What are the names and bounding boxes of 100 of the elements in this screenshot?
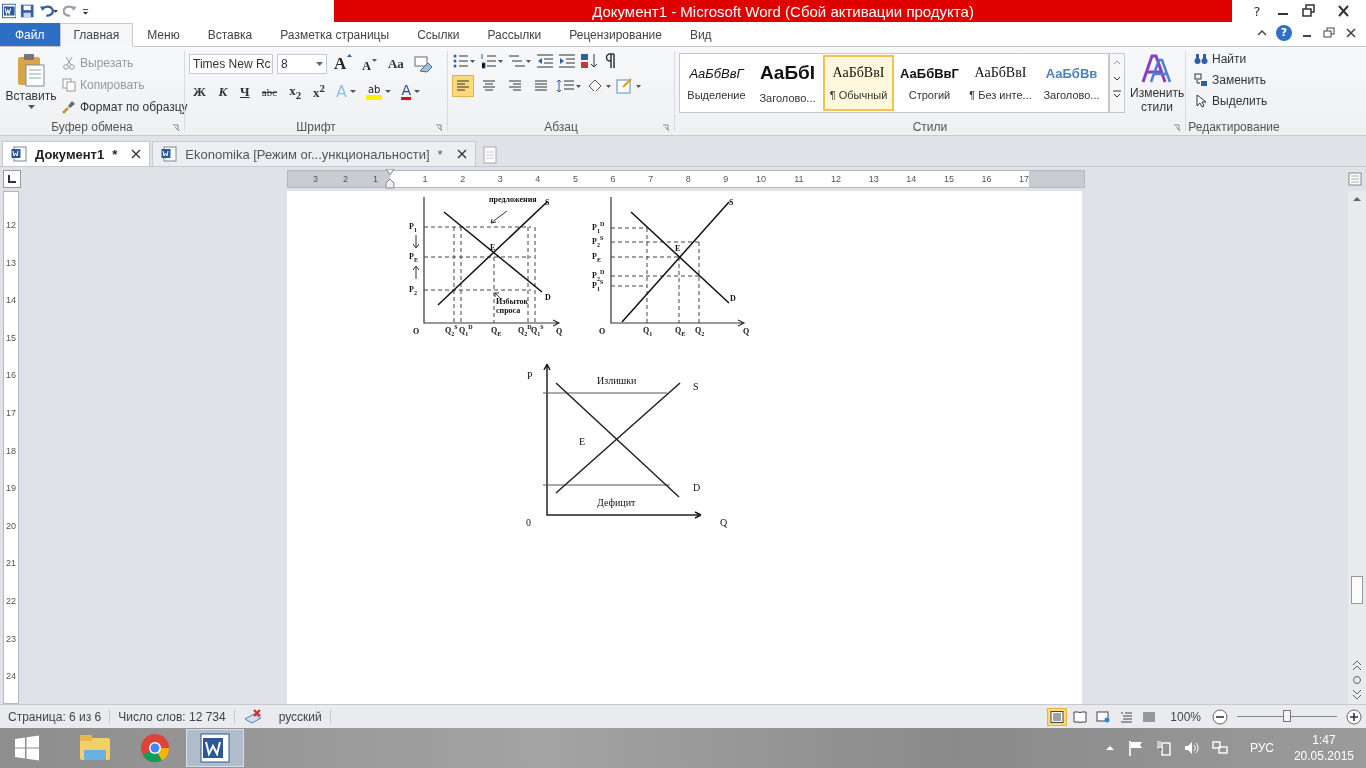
bullet-list-icon[interactable] bbox=[452, 53, 476, 69]
font-family-field[interactable]: Times New Rc bbox=[189, 54, 273, 74]
save-icon[interactable] bbox=[20, 3, 35, 19]
dialog-launcher-icon[interactable] bbox=[172, 124, 180, 132]
indent-marker-icon[interactable] bbox=[385, 169, 395, 189]
style-item[interactable]: АаБбВвГ Выделение bbox=[681, 55, 752, 111]
restore-icon[interactable] bbox=[1322, 27, 1336, 39]
numbered-list-icon[interactable] bbox=[480, 53, 504, 69]
font-format-button[interactable]: abc bbox=[257, 84, 282, 99]
decrease-indent-icon[interactable] bbox=[536, 53, 554, 69]
style-item[interactable]: АаБбВвГ Строгий bbox=[894, 55, 965, 111]
grow-font-button[interactable]: A bbox=[331, 53, 356, 75]
start-button-icon[interactable] bbox=[14, 735, 40, 761]
zoom-slider[interactable] bbox=[1237, 708, 1337, 725]
change-case-button[interactable]: Aa bbox=[383, 55, 408, 73]
document-tab[interactable]: Ekonomika [Режим ог...ункциональности] * bbox=[152, 141, 476, 166]
find-button[interactable]: Найти bbox=[1190, 48, 1278, 69]
clear-formatting-icon[interactable] bbox=[411, 55, 434, 73]
origin-label: O bbox=[413, 326, 420, 337]
network-icon[interactable] bbox=[1211, 740, 1228, 756]
ribbon-tab[interactable]: Ссылки bbox=[403, 23, 474, 46]
ribbon-tab[interactable]: Вставка bbox=[193, 23, 267, 46]
help-button[interactable]: ? bbox=[1276, 25, 1292, 41]
ruler-number: 7 bbox=[647, 174, 654, 184]
word-app-button[interactable] bbox=[186, 729, 244, 767]
language-indicator[interactable]: русский bbox=[270, 709, 331, 724]
scroll-up-icon[interactable] bbox=[1352, 660, 1362, 672]
close-icon[interactable] bbox=[456, 149, 467, 159]
sort-icon[interactable] bbox=[580, 53, 600, 69]
axis-label: Q bbox=[556, 326, 563, 337]
print-layout-button[interactable] bbox=[1047, 707, 1068, 726]
surplus-label: Излишки bbox=[597, 375, 637, 386]
pilcrow-icon[interactable] bbox=[604, 53, 618, 69]
undo-icon[interactable] bbox=[38, 3, 59, 19]
zoom-level[interactable]: 100% bbox=[1162, 709, 1209, 724]
zoom-out-icon[interactable] bbox=[1212, 708, 1228, 725]
highlight-button[interactable]: ab bbox=[362, 82, 395, 102]
format-painter-button[interactable]: Формат по образцу bbox=[58, 96, 192, 117]
font-format-button[interactable]: К bbox=[213, 82, 232, 101]
font-format-button[interactable]: Ж bbox=[189, 82, 210, 101]
collapse-ribbon-icon[interactable] bbox=[1256, 28, 1268, 38]
style-item[interactable]: АаБбВвІ ¶ Без инте... bbox=[965, 55, 1036, 111]
document-tab[interactable]: Документ1 * bbox=[2, 141, 151, 166]
select-button[interactable]: Выделить bbox=[1190, 90, 1278, 111]
dialog-launcher-icon[interactable] bbox=[662, 124, 670, 132]
spelling-check-icon[interactable] bbox=[242, 708, 263, 725]
ruler-number: 3 bbox=[496, 174, 503, 184]
scroll-up-icon[interactable] bbox=[1352, 195, 1362, 203]
align-left-button[interactable] bbox=[452, 75, 474, 97]
quantity-label: Q$_{E}$ bbox=[675, 325, 686, 336]
replace-button[interactable]: Заменить bbox=[1190, 69, 1278, 90]
down-arrow-icon bbox=[413, 235, 419, 249]
word-logo-icon[interactable] bbox=[2, 3, 17, 19]
dialog-launcher-icon[interactable] bbox=[1173, 124, 1181, 132]
ribbon-tab[interactable]: Главная bbox=[59, 23, 134, 47]
file-tab[interactable]: Файл bbox=[0, 23, 60, 46]
browse-object-icon[interactable] bbox=[1352, 675, 1362, 685]
ribbon-tab[interactable]: Рецензирование bbox=[555, 23, 676, 46]
speaker-icon[interactable] bbox=[1183, 740, 1200, 756]
shading-icon[interactable] bbox=[586, 78, 612, 94]
multilevel-list-icon[interactable] bbox=[508, 53, 532, 69]
change-styles-button[interactable]: Изменить стили bbox=[1129, 53, 1186, 119]
tab-selector-button[interactable] bbox=[3, 170, 21, 188]
dropdown-arrow-icon bbox=[316, 62, 323, 66]
close-icon[interactable] bbox=[1344, 27, 1358, 39]
help-button[interactable]: ? bbox=[1244, 2, 1270, 20]
scrollbar-thumb[interactable] bbox=[1351, 575, 1363, 604]
dialog-launcher-icon[interactable] bbox=[435, 124, 443, 132]
font-format-button[interactable]: x$_{2}$ bbox=[285, 81, 306, 102]
ribbon-tab[interactable]: Меню bbox=[133, 23, 194, 46]
scissors-icon bbox=[62, 55, 76, 70]
ruler-number: 21 bbox=[6, 557, 16, 570]
page-count[interactable]: Страница: 6 из 6 bbox=[0, 709, 111, 724]
font-size-field[interactable]: 8 bbox=[277, 54, 327, 74]
ribbon-tab[interactable]: Вид bbox=[675, 23, 726, 46]
battery-icon[interactable] bbox=[1155, 740, 1172, 756]
quantity-label: Q$_{1}$ bbox=[643, 325, 653, 336]
horizontal-ruler[interactable]: 3 2 1 1 2 3 4 5 6 7 8 9 10 11 12 13 14 15 16 17 bbox=[287, 170, 1085, 188]
close-icon[interactable] bbox=[131, 149, 142, 159]
flag-icon[interactable] bbox=[1127, 740, 1144, 756]
ribbon-tab[interactable]: Рассылки bbox=[473, 23, 556, 46]
increase-indent-icon[interactable] bbox=[558, 53, 576, 69]
font-color-button[interactable]: A bbox=[398, 82, 423, 102]
style-item[interactable]: АаБбВв Заголово... bbox=[1036, 55, 1107, 111]
font-format-button[interactable]: x$^{2}$ bbox=[309, 81, 329, 103]
alignment-lines-icon bbox=[456, 80, 470, 92]
font-format-button[interactable]: Ч bbox=[235, 82, 254, 101]
zoom-in-icon[interactable] bbox=[1346, 708, 1362, 725]
shrink-font-button[interactable]: A bbox=[359, 53, 380, 75]
ribbon-tab[interactable]: Разметка страницы bbox=[266, 23, 404, 46]
ruler-number: 10 bbox=[754, 174, 766, 184]
zoom-slider-thumb[interactable] bbox=[1283, 709, 1291, 722]
line-spacing-icon[interactable] bbox=[556, 78, 582, 94]
word-count[interactable]: Число слов: 12 734 bbox=[110, 709, 235, 724]
ruler-number: 23 bbox=[6, 632, 16, 645]
paste-button[interactable]: Вставить bbox=[4, 50, 58, 119]
window-title: Документ1 - Microsoft Word (Сбой активации продукта) bbox=[592, 2, 974, 20]
styles-letter-icon bbox=[1141, 54, 1174, 84]
style-item[interactable]: АаБбВвІ ¶ Обычный bbox=[823, 55, 894, 111]
style-item[interactable]: АаБбІ Заголово... bbox=[752, 55, 823, 111]
